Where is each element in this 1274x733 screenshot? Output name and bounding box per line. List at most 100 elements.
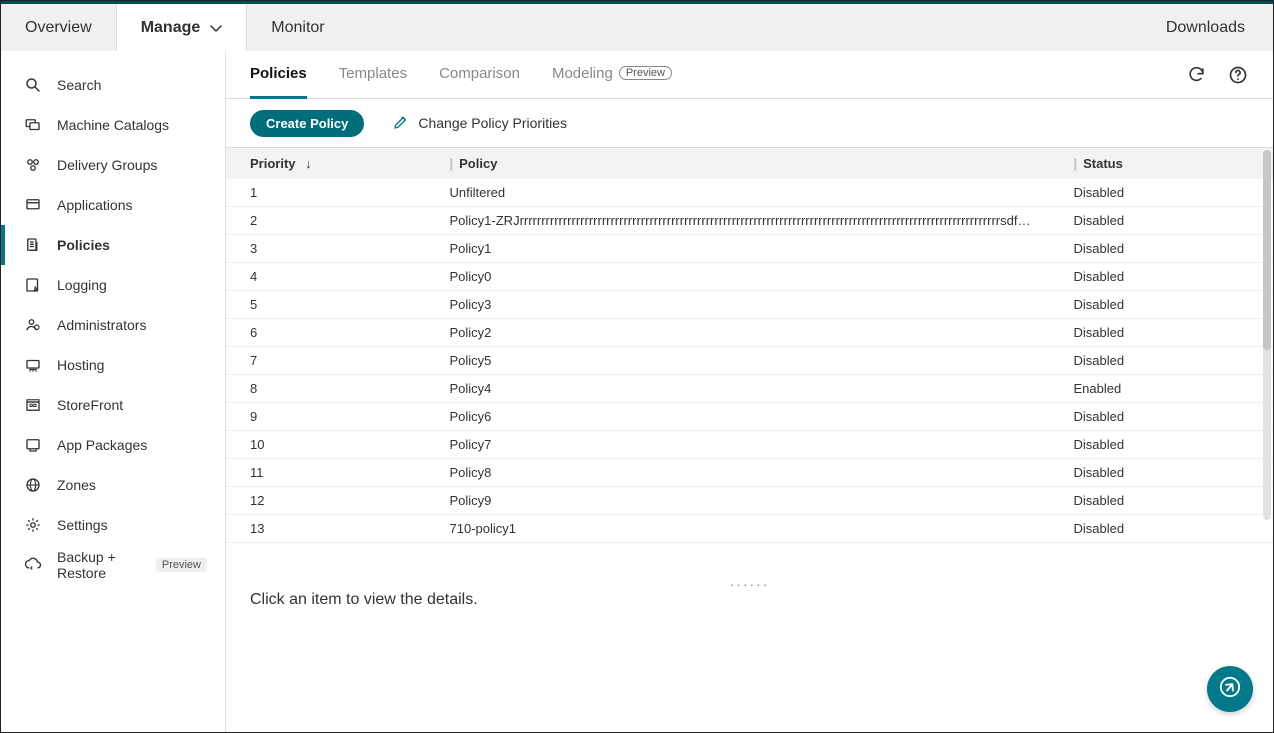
create-policy-button[interactable]: Create Policy (250, 110, 364, 137)
cell-status: Disabled (1061, 291, 1273, 319)
table-row[interactable]: 3Policy1Disabled (226, 235, 1273, 263)
table-row[interactable]: 12Policy9Disabled (226, 487, 1273, 515)
table-row[interactable]: 4Policy0Disabled (226, 263, 1273, 291)
cell-status: Disabled (1061, 207, 1273, 235)
table-row[interactable]: 1UnfilteredDisabled (226, 179, 1273, 207)
sidebar-item-label: Hosting (57, 357, 104, 373)
table-row[interactable]: 11Policy8Disabled (226, 459, 1273, 487)
sidebar-item-label: StoreFront (57, 397, 123, 413)
sidebar-item-administrators[interactable]: Administrators (1, 305, 225, 345)
detail-panel: Click an item to view the details. (226, 582, 1273, 732)
main-content: Policies Templates Comparison Modeling P… (226, 51, 1273, 732)
table-row[interactable]: 13710-policy1Disabled (226, 515, 1273, 543)
policies-icon (23, 235, 43, 255)
table-header-row: Priority ↓ |Policy |Status (226, 148, 1273, 179)
administrators-icon (23, 315, 43, 335)
table-row[interactable]: 7Policy5Disabled (226, 347, 1273, 375)
table-row[interactable]: 9Policy6Disabled (226, 403, 1273, 431)
sidebar-item-machine-catalogs[interactable]: Machine Catalogs (1, 105, 225, 145)
send-icon (1219, 676, 1241, 703)
col-priority-header[interactable]: Priority ↓ (226, 148, 438, 179)
search-icon (23, 75, 43, 95)
tab-overview-label: Overview (25, 19, 92, 37)
sidebar-item-label: App Packages (57, 437, 147, 453)
col-policy-label: Policy (459, 156, 497, 171)
sidebar-item-applications[interactable]: Applications (1, 185, 225, 225)
tab-manage-label: Manage (141, 19, 201, 37)
subtab-comparison[interactable]: Comparison (439, 51, 520, 99)
cell-status: Disabled (1061, 459, 1273, 487)
cell-priority: 7 (226, 347, 438, 375)
subtab-policies[interactable]: Policies (250, 51, 307, 99)
scrollbar-thumb[interactable] (1263, 150, 1271, 350)
cell-priority: 10 (226, 431, 438, 459)
subtab-policies-label: Policies (250, 65, 307, 82)
table-row[interactable]: 2Policy1-ZRJrrrrrrrrrrrrrrrrrrrrrrrrrrrr… (226, 207, 1273, 235)
cell-priority: 11 (226, 459, 438, 487)
change-priorities-link[interactable]: Change Policy Priorities (392, 113, 567, 134)
subtab-modeling[interactable]: Modeling Preview (552, 51, 672, 99)
sidebar-item-logging[interactable]: Logging (1, 265, 225, 305)
cell-priority: 12 (226, 487, 438, 515)
tab-overview[interactable]: Overview (1, 4, 116, 51)
col-status-header[interactable]: |Status (1061, 148, 1273, 179)
preview-badge: Preview (156, 558, 207, 572)
subtab-modeling-label: Modeling (552, 65, 613, 82)
sidebar-item-label: Machine Catalogs (57, 117, 169, 133)
floating-action-button[interactable] (1207, 666, 1253, 712)
sidebar-item-label: Zones (57, 477, 96, 493)
cell-status: Disabled (1061, 179, 1273, 207)
cell-status: Enabled (1061, 375, 1273, 403)
sidebar-item-policies[interactable]: Policies (1, 225, 225, 265)
cell-priority: 6 (226, 319, 438, 347)
table-row[interactable]: 10Policy7Disabled (226, 431, 1273, 459)
sidebar-item-label: Search (57, 77, 101, 93)
sidebar-item-label: Settings (57, 517, 108, 533)
delivery-groups-icon (23, 155, 43, 175)
tab-monitor[interactable]: Monitor (247, 4, 348, 51)
edit-icon (392, 113, 410, 134)
app-packages-icon (23, 435, 43, 455)
sidebar-item-label: Policies (57, 237, 110, 253)
refresh-icon[interactable] (1185, 64, 1207, 86)
cell-policy: Policy9 (438, 487, 1062, 515)
col-policy-header[interactable]: |Policy (438, 148, 1062, 179)
sidebar-item-app-packages[interactable]: App Packages (1, 425, 225, 465)
cell-priority: 8 (226, 375, 438, 403)
cell-priority: 9 (226, 403, 438, 431)
sidebar-item-zones[interactable]: Zones (1, 465, 225, 505)
cell-priority: 5 (226, 291, 438, 319)
table-row[interactable]: 5Policy3Disabled (226, 291, 1273, 319)
downloads-link[interactable]: Downloads (1138, 4, 1273, 51)
cell-policy: Policy5 (438, 347, 1062, 375)
sidebar-item-settings[interactable]: Settings (1, 505, 225, 545)
cell-policy: Policy1 (438, 235, 1062, 263)
sidebar-item-search[interactable]: Search (1, 65, 225, 105)
cell-status: Disabled (1061, 487, 1273, 515)
cell-priority: 2 (226, 207, 438, 235)
table-row[interactable]: 6Policy2Disabled (226, 319, 1273, 347)
sidebar-item-delivery-groups[interactable]: Delivery Groups (1, 145, 225, 185)
policy-table: Priority ↓ |Policy |Status 1UnfilteredDi… (226, 148, 1273, 543)
settings-icon (23, 515, 43, 535)
help-icon[interactable] (1227, 64, 1249, 86)
tab-manage[interactable]: Manage (116, 4, 248, 51)
col-status-label: Status (1083, 156, 1123, 171)
subtab-templates[interactable]: Templates (339, 51, 407, 99)
sidebar-item-label: Logging (57, 277, 107, 293)
sidebar-item-hosting[interactable]: Hosting (1, 345, 225, 385)
cell-status: Disabled (1061, 347, 1273, 375)
cell-priority: 1 (226, 179, 438, 207)
cell-policy: Policy8 (438, 459, 1062, 487)
machine-catalogs-icon (23, 115, 43, 135)
policy-table-wrap[interactable]: Priority ↓ |Policy |Status 1UnfilteredDi… (226, 147, 1273, 576)
top-nav: Overview Manage Monitor Downloads (1, 1, 1273, 51)
table-row[interactable]: 8Policy4Enabled (226, 375, 1273, 403)
cell-priority: 4 (226, 263, 438, 291)
change-priorities-label: Change Policy Priorities (418, 115, 567, 131)
sidebar-item-storefront[interactable]: StoreFront (1, 385, 225, 425)
sidebar-item-backup-restore[interactable]: Backup + RestorePreview (1, 545, 225, 585)
cell-status: Disabled (1061, 235, 1273, 263)
cell-policy: Policy2 (438, 319, 1062, 347)
sidebar-item-label: Administrators (57, 317, 146, 333)
